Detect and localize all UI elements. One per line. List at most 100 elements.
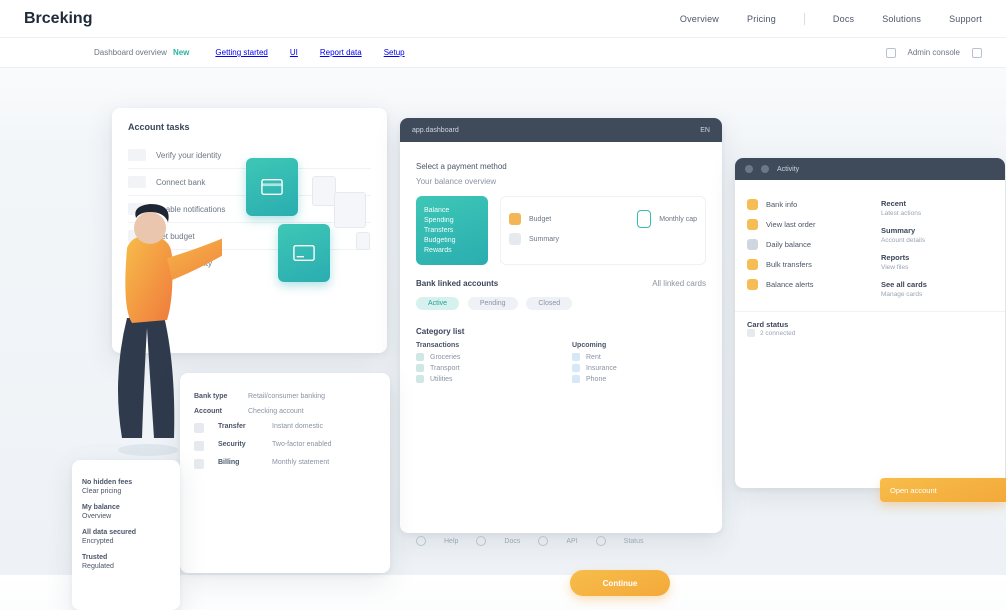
right-sub: Latest actions — [881, 210, 993, 217]
window-dot-icon — [761, 165, 769, 173]
teal-menu-item[interactable]: Spending — [424, 217, 480, 224]
teal-menu: Balance Spending Transfers Budgeting Rew… — [416, 196, 488, 265]
card-dashboard: app.dashboard EN Select a payment method… — [400, 118, 722, 533]
col-item[interactable]: Transport — [416, 364, 550, 372]
card-details: Bank typeRetail/consumer banking Account… — [180, 373, 390, 573]
card-icon — [293, 244, 315, 262]
detail-row: AccountChecking account — [194, 408, 376, 415]
card-activity: Activity Bank info View last order Daily… — [735, 158, 1005, 488]
dot-icon — [416, 375, 424, 383]
admin-link[interactable]: Admin console — [908, 48, 960, 57]
filter-pill-closed[interactable]: Closed — [526, 297, 572, 310]
feature-title: No hidden fees — [82, 479, 170, 486]
doc-icon — [509, 233, 521, 245]
detail-row: SecurityTwo-factor enabled — [194, 441, 376, 451]
filter-pill-pending[interactable]: Pending — [468, 297, 518, 310]
activity-row[interactable]: Balance alerts — [747, 279, 867, 290]
open-account-button[interactable]: Open account — [880, 478, 1006, 502]
nav-pricing[interactable]: Pricing — [747, 14, 776, 24]
detail-row: Bank typeRetail/consumer banking — [194, 393, 376, 400]
col-item[interactable]: Phone — [572, 375, 706, 383]
col-item[interactable]: Groceries — [416, 353, 550, 361]
footer-strip: Help Docs API Status — [416, 536, 644, 546]
footer-icon — [596, 536, 606, 546]
col-label: Upcoming — [572, 342, 706, 349]
footer-icon — [476, 536, 486, 546]
subnav-link-2[interactable]: Report data — [320, 48, 362, 57]
breadcrumb-text: Dashboard overview — [94, 48, 167, 57]
teal-menu-item[interactable]: Balance — [424, 207, 480, 214]
col-item[interactable]: Utilities — [416, 375, 550, 383]
col-transactions: Transactions Groceries Transport Utiliti… — [416, 342, 550, 386]
dot-icon — [572, 353, 580, 361]
nav-overview[interactable]: Overview — [680, 14, 719, 24]
nav-separator — [804, 13, 805, 25]
footer-sub: 2 connected — [747, 329, 993, 337]
feature-sub: Overview — [82, 513, 111, 520]
feature-sub: Regulated — [82, 563, 114, 570]
window-dot-icon — [745, 165, 753, 173]
feature-row: All data securedEncrypted — [82, 529, 170, 545]
pale-panel: Budget Monthly cap Summary — [500, 196, 706, 265]
footer-icon — [538, 536, 548, 546]
coin-icon — [509, 213, 521, 225]
activity-text: Bulk transfers — [766, 260, 812, 269]
col-item[interactable]: Insurance — [572, 364, 706, 372]
mini-panel-icon — [334, 192, 366, 228]
card-features: No hidden fees Clear pricing My balance Ov… — [72, 460, 180, 610]
continue-button[interactable]: Continue — [570, 570, 670, 596]
section-title-accounts: Bank linked accounts — [416, 279, 498, 288]
activity-row[interactable]: Bank info — [747, 199, 867, 210]
feature-sub: Clear pricing — [82, 488, 121, 495]
detail-key: Account — [194, 408, 238, 415]
pale-label: Summary — [529, 236, 559, 243]
nav-docs[interactable]: Docs — [833, 14, 854, 24]
activity-row[interactable]: View last order — [747, 219, 867, 230]
subnav-link-0[interactable]: Getting started — [215, 48, 267, 57]
nav-support[interactable]: Support — [949, 14, 982, 24]
square-icon — [747, 199, 758, 210]
footer-link[interactable]: Help — [444, 538, 458, 545]
task-label: Connect bank — [156, 178, 205, 187]
activity-row[interactable]: Bulk transfers — [747, 259, 867, 270]
detail-key: Transfer — [218, 423, 262, 430]
footer-link[interactable]: Status — [624, 538, 644, 545]
teal-menu-item[interactable]: Budgeting — [424, 237, 480, 244]
stage: Account tasks Verify your identity Conne… — [0, 68, 1006, 575]
sub-bar: Dashboard overview New Getting started U… — [0, 38, 1006, 68]
detail-value: Monthly statement — [272, 459, 329, 466]
feature-title: All data secured — [82, 529, 170, 536]
row-icon — [194, 441, 204, 451]
subnav-link-3[interactable]: Setup — [384, 48, 405, 57]
subnav-link-1[interactable]: UI — [290, 48, 298, 57]
footer-link[interactable]: Docs — [504, 538, 520, 545]
teal-menu-item[interactable]: Rewards — [424, 247, 480, 254]
nav-solutions[interactable]: Solutions — [882, 14, 921, 24]
task-chip-icon — [128, 176, 146, 188]
grid-icon[interactable] — [886, 48, 896, 58]
status-icon — [747, 329, 755, 337]
teal-menu-item[interactable]: Transfers — [424, 227, 480, 234]
cardb-lang-badge[interactable]: EN — [700, 127, 710, 134]
feature-title: My balance — [82, 504, 170, 511]
activity-text: Balance alerts — [766, 280, 814, 289]
dot-icon — [572, 375, 580, 383]
task-label: Verify your identity — [156, 151, 221, 160]
detail-key: Bank type — [194, 393, 238, 400]
activity-right-col: Recent Latest actions Summary Account de… — [881, 190, 993, 299]
settings-icon[interactable] — [972, 48, 982, 58]
activity-text: Bank info — [766, 200, 797, 209]
row-icon — [194, 459, 204, 469]
right-heading: Reports — [881, 253, 993, 262]
footer-link[interactable]: API — [566, 538, 577, 545]
feature-row: TrustedRegulated — [82, 554, 170, 570]
activity-row[interactable]: Daily balance — [747, 239, 867, 250]
feature-row: No hidden fees Clear pricing — [82, 479, 170, 495]
filter-pill-active[interactable]: Active — [416, 297, 459, 310]
subnav-group: Getting started UI Report data Setup — [215, 48, 404, 57]
col-item[interactable]: Rent — [572, 353, 706, 361]
cardc-header: Activity — [735, 158, 1005, 180]
section-link-all[interactable]: All linked cards — [652, 279, 706, 288]
pale-sub: Monthly cap — [659, 216, 697, 223]
brand-logo[interactable]: Brceking — [24, 10, 92, 28]
